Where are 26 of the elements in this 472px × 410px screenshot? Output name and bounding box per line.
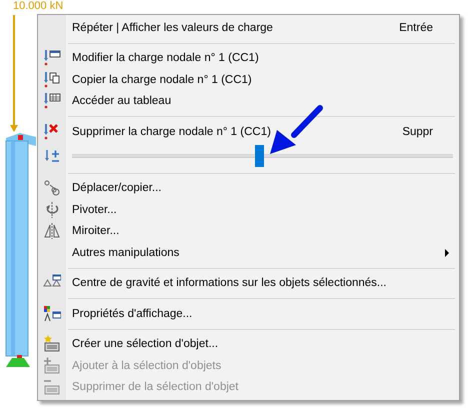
menu-item[interactable]: Répéter | Afficher les valeurs de charge Entrée [38,17,459,38]
menu-item[interactable]: Accéder au tableau [38,90,459,112]
menu-item[interactable]: Modifier la charge nodale n° 1 (CC1) [38,48,459,69]
menu-item[interactable]: Créer une sélection d'objet... [38,334,459,355]
display-properties-icon [43,304,61,323]
remove-selection-icon [43,378,61,396]
copy-load-icon [43,70,61,89]
menu-item[interactable]: Miroiter... [38,220,459,242]
edit-load-icon [43,49,61,68]
shortcut-label: Entrée [399,22,433,34]
move-icon [43,179,61,198]
menu-item[interactable]: Centre de gravité et informations sur les objets sélectionnés... [38,272,459,294]
menu-item[interactable]: Pivoter... [38,199,459,220]
menu-item[interactable]: Supprimer la charge nodale n° 1 (CC1) Suppr [38,121,459,142]
menu-item[interactable]: Déplacer/copier... [38,178,459,199]
load-value-label: 10.000 kN [13,0,64,12]
create-selection-icon [43,335,61,354]
menu-item[interactable]: Copier la charge nodale n° 1 (CC1) [38,69,459,90]
shortcut-label: Suppr [402,126,433,138]
delete-load-icon [43,122,61,141]
menu-item[interactable]: Propriétés d'affichage... [38,303,459,324]
add-selection-icon [43,356,61,375]
mirror-icon [43,222,61,240]
slider-thumb[interactable] [254,144,264,166]
table-icon [43,92,61,110]
menu-item[interactable]: Autres manipulations [38,242,459,264]
